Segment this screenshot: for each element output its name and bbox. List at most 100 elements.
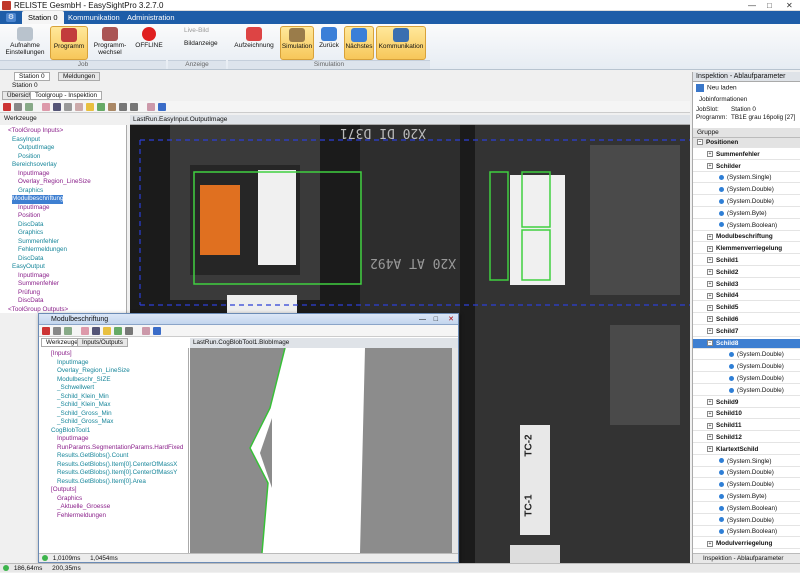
programm-button[interactable]: Programm	[50, 26, 88, 60]
tree-item[interactable]: Results.GetBlobs().Count	[57, 452, 128, 461]
tab-station[interactable]: Station 0	[14, 72, 50, 81]
param-row[interactable]: (System.Double)	[693, 468, 800, 479]
modul-edit-icon[interactable]	[142, 327, 150, 335]
param-row[interactable]: + Schild11	[693, 421, 800, 432]
param-row[interactable]: + Schild3	[693, 280, 800, 290]
tree-item[interactable]: Overlay_Region_LineSize	[57, 367, 130, 376]
tree-item[interactable]: Results.GetBlobs().Item[0].Area	[57, 478, 146, 487]
tree-item[interactable]: InputImage	[18, 204, 50, 213]
tree-item[interactable]: [Outputs]	[51, 486, 77, 495]
werkzeuge-tab[interactable]: Werkzeuge	[4, 115, 37, 122]
param-row[interactable]: (System.Double)	[693, 197, 800, 207]
expand-icon[interactable]: +	[707, 280, 713, 287]
param-row[interactable]: + Schild12	[693, 433, 800, 443]
tree-item[interactable]: EasyInput	[12, 136, 40, 145]
reload-button[interactable]: Neu laden	[696, 84, 737, 92]
param-row[interactable]: (System.Double)	[693, 480, 800, 491]
param-row[interactable]: + Schild5	[693, 303, 800, 314]
param-row[interactable]: + Schild1	[693, 256, 800, 266]
param-row[interactable]: (System.Byte)	[693, 492, 800, 502]
param-row[interactable]: + Klemmenverriegelung	[693, 244, 800, 255]
modul-grid-icon[interactable]	[114, 327, 122, 335]
tree-item[interactable]: _Schwellwert	[57, 384, 94, 393]
grid-icon[interactable]	[97, 103, 105, 111]
tree-item[interactable]: _Schild_Klein_Min	[57, 393, 109, 402]
maximize-icon[interactable]: □	[767, 1, 772, 10]
tree-item[interactable]: InputImage	[18, 170, 50, 179]
record-icon[interactable]	[14, 103, 22, 111]
param-row[interactable]: (System.Double)	[693, 374, 800, 384]
expand-icon[interactable]: +	[707, 304, 713, 311]
help-icon[interactable]	[158, 103, 166, 111]
tab-toolgroup[interactable]: Toolgroup - Inspektion	[30, 91, 102, 100]
expand-icon[interactable]: +	[707, 269, 713, 276]
tree-item[interactable]: Overlay_Region_LineSize	[18, 178, 91, 187]
tree-item[interactable]: DiscData	[18, 221, 44, 230]
param-row[interactable]: (System.Boolean)	[693, 504, 800, 514]
live-bild-button[interactable]: Live-Bild	[170, 26, 222, 38]
modul-record-icon[interactable]	[53, 327, 61, 335]
tree-item[interactable]: InputImage	[57, 435, 89, 444]
param-row[interactable]: − Positionen	[693, 138, 800, 148]
offline-button[interactable]: OFFLINE	[134, 26, 164, 60]
aufzeichnung-button[interactable]: Aufzeichnung	[232, 26, 276, 60]
param-row[interactable]: (System.Double)	[693, 362, 800, 373]
tab-meldungen[interactable]: Meldungen	[58, 72, 101, 81]
menu-administration[interactable]: Administration	[127, 13, 175, 22]
modul-open-icon[interactable]	[81, 327, 89, 335]
param-row[interactable]: (System.Double)	[693, 516, 800, 526]
tree-item[interactable]: Prüfung	[18, 289, 40, 298]
param-row[interactable]: + Schild6	[693, 315, 800, 325]
param-row[interactable]: (System.Double)	[693, 185, 800, 196]
param-row[interactable]: (System.Single)	[693, 457, 800, 467]
tree-item[interactable]: OutputImage	[18, 144, 54, 153]
run-icon[interactable]	[3, 103, 11, 111]
param-row[interactable]: + Schild9	[693, 398, 800, 408]
tree-item[interactable]: Results.GetBlobs().Item[0].CenterOfMassX	[57, 461, 177, 470]
gear-icon[interactable]: ⚙	[6, 13, 16, 22]
tree-item[interactable]: RunParams.SegmentationParams.HardFixed	[57, 444, 183, 453]
expand-icon[interactable]: +	[707, 257, 713, 264]
tree-item[interactable]: EasyOutput	[12, 263, 45, 272]
paste-icon[interactable]	[75, 103, 83, 111]
tree-item[interactable]: Bereichsoverlay	[12, 161, 57, 170]
expand-icon[interactable]: +	[707, 398, 713, 405]
param-row[interactable]: (System.Boolean)	[693, 527, 800, 538]
tree-item[interactable]: Modulbeschr_SIZE	[57, 376, 111, 385]
copy-icon[interactable]	[25, 103, 33, 111]
aufnahme-button[interactable]: Aufnahme Einstellungen	[4, 26, 46, 60]
tree-item[interactable]: Fehlermeldungen	[18, 246, 67, 255]
expand-icon[interactable]: +	[707, 162, 713, 169]
expand-icon[interactable]: +	[707, 540, 713, 547]
tree-item[interactable]: CogBlobTool1	[51, 427, 90, 436]
modul-wrench-icon[interactable]	[125, 327, 133, 335]
param-row[interactable]: + Schild7	[693, 327, 800, 337]
tree-item[interactable]: Position	[18, 212, 40, 221]
bildanzeige-button[interactable]: Bildanzeige	[170, 39, 222, 51]
modul-save-icon[interactable]	[92, 327, 100, 335]
expand-icon[interactable]: +	[707, 245, 713, 252]
param-row[interactable]: (System.Double)	[693, 350, 800, 361]
window-close-icon[interactable]: ✕	[448, 314, 454, 325]
minimize-icon[interactable]: —	[748, 1, 756, 10]
tree-item[interactable]: [Inputs]	[51, 350, 72, 359]
param-row[interactable]: (System.Double)	[693, 386, 800, 396]
expand-icon[interactable]: +	[707, 151, 713, 158]
expand-icon[interactable]: +	[707, 316, 713, 323]
expand-icon[interactable]: +	[707, 434, 713, 441]
window-maximize-icon[interactable]: □	[434, 314, 438, 325]
modul-scrollbar[interactable]	[452, 348, 458, 553]
menu-kommunikation[interactable]: Kommunikation	[68, 13, 120, 22]
close-icon[interactable]: ✕	[786, 1, 793, 10]
tree-item[interactable]: Fehlermeldungen	[57, 512, 106, 521]
wrench-icon[interactable]	[119, 103, 127, 111]
tree-item[interactable]: Graphics	[18, 187, 43, 196]
expand-icon[interactable]: +	[707, 233, 713, 240]
tree-item[interactable]: Modulbeschriftung	[12, 195, 64, 204]
tree-item[interactable]: Position	[18, 153, 40, 162]
tree-item[interactable]: _Schild_Klein_Max	[57, 401, 111, 410]
expand-icon[interactable]: +	[707, 422, 713, 429]
tree-item[interactable]: Results.GetBlobs().Item[0].CenterOfMassY	[57, 469, 177, 478]
param-row[interactable]: + Summenfehler	[693, 150, 800, 160]
modul-run-icon[interactable]	[42, 327, 50, 335]
